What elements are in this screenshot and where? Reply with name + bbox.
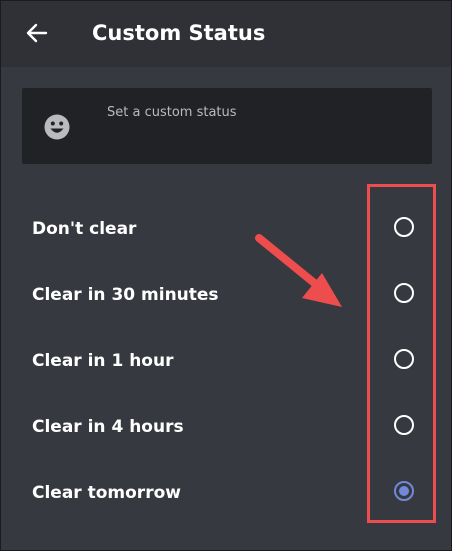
clear-option-dont-clear[interactable]: Don't clear: [1, 203, 451, 255]
custom-status-input[interactable]: Set a custom status: [22, 88, 432, 164]
radio-button-selected[interactable]: [394, 481, 414, 501]
arrow-left-icon[interactable]: [25, 21, 49, 45]
header-bar: Custom Status: [1, 1, 451, 67]
smiley-face-icon[interactable]: [42, 112, 72, 142]
radio-button[interactable]: [394, 283, 414, 303]
clear-option-label: Don't clear: [32, 219, 137, 239]
clear-option-4-hours[interactable]: Clear in 4 hours: [1, 401, 451, 453]
radio-button[interactable]: [394, 415, 414, 435]
custom-status-screen: Custom Status Set a custom status Don't …: [0, 0, 452, 551]
clear-option-30-minutes[interactable]: Clear in 30 minutes: [1, 269, 451, 321]
clear-option-label: Clear in 1 hour: [32, 351, 174, 371]
status-input-placeholder: Set a custom status: [107, 105, 237, 120]
radio-button[interactable]: [394, 217, 414, 237]
clear-option-tomorrow[interactable]: Clear tomorrow: [1, 467, 451, 519]
clear-option-label: Clear tomorrow: [32, 483, 181, 503]
clear-option-label: Clear in 4 hours: [32, 417, 184, 437]
page-title: Custom Status: [92, 21, 266, 45]
clear-option-1-hour[interactable]: Clear in 1 hour: [1, 335, 451, 387]
clear-option-label: Clear in 30 minutes: [32, 285, 219, 305]
radio-button[interactable]: [394, 349, 414, 369]
